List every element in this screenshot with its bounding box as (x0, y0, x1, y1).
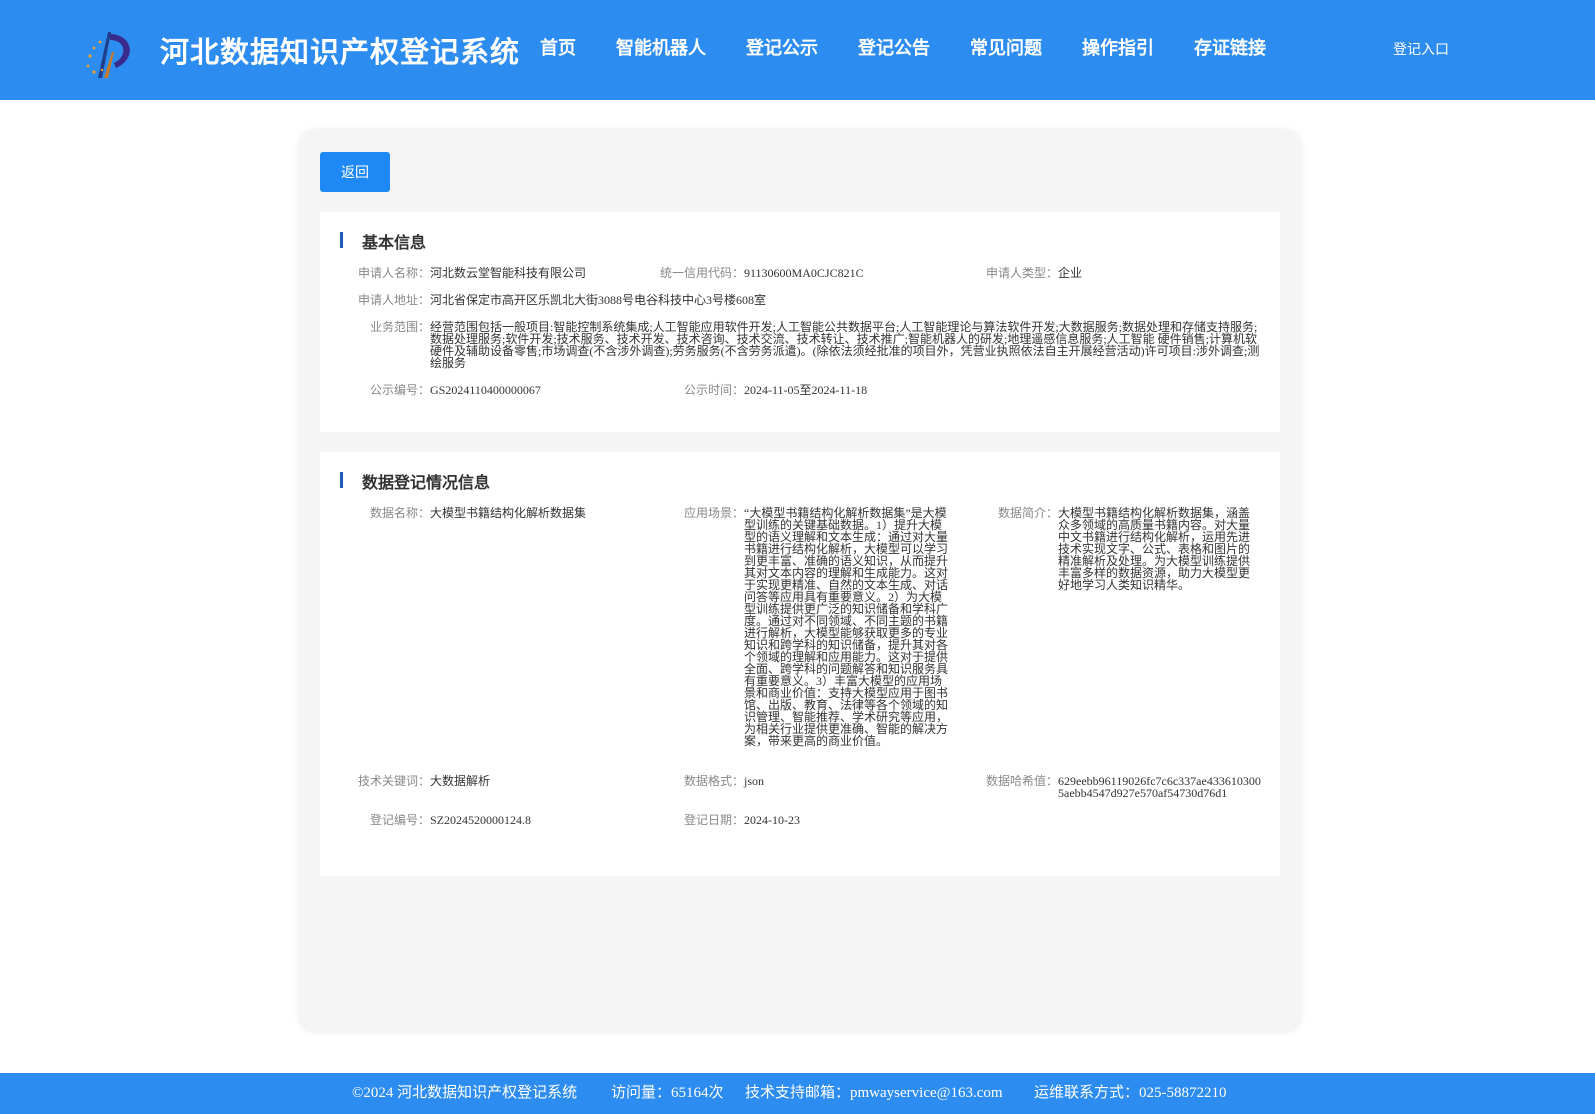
pub-time-label: 公示时间： (683, 383, 744, 397)
nav-home[interactable]: 首页 (540, 34, 576, 60)
scenario-value: “大模型书籍结构化解析数据集”是大模型训练的关键基础数据。1）提升大模型的语义理… (744, 506, 949, 748)
scenario-label: 应用场景： (683, 506, 744, 520)
footer-phone: 运维联系方式：025-58872210 (1034, 1085, 1227, 1101)
footer-email: 技术支持邮箱：pmwayservice@163.com (745, 1085, 1003, 1101)
credit-code-value: 91130600MA0CJC821C (744, 266, 864, 280)
nav-announcement[interactable]: 登记公告 (858, 34, 930, 60)
format-value: json (744, 774, 765, 788)
hash-label: 数据哈希值： (985, 774, 1058, 788)
basic-info-title: 基本信息 (362, 233, 427, 252)
section-accent-bar (340, 232, 343, 248)
nav-publicity[interactable]: 登记公示 (746, 34, 818, 60)
reg-date-label: 登记日期： (683, 813, 744, 827)
address-label: 申请人地址： (357, 293, 430, 307)
main-nav: 首页 智能机器人 登记公示 登记公告 常见问题 操作指引 存证链接 (540, 34, 1306, 60)
data-registration-title: 数据登记情况信息 (362, 473, 491, 492)
site-title: 河北数据知识产权登记系统 (160, 35, 521, 69)
publicity-row: 公示编号： GS2024110400000067 公示时间： 2024-11-0… (320, 384, 1280, 398)
detail-card: 返回 基本信息 申请人名称： 河北数云堂智能科技有限公司 统一信用代码： 911… (300, 131, 1300, 1031)
hash-value: 629eebb96119026fc7c6c337ae4336103005aebb… (1058, 774, 1261, 800)
footer-visits: 访问量：65164次 (611, 1085, 724, 1101)
top-header: 河北数据知识产权登记系统 首页 智能机器人 登记公示 登记公告 常见问题 操作指… (0, 0, 1595, 100)
credit-code-label: 统一信用代码： (659, 266, 744, 280)
data-name-label: 数据名称： (369, 506, 430, 520)
login-link[interactable]: 登记入口 (1393, 39, 1449, 59)
keyword-label: 技术关键词： (357, 774, 430, 788)
applicant-name-label: 申请人名称： (357, 266, 430, 280)
reg-no-label: 登记编号： (369, 813, 430, 827)
page-footer: ©2024 河北数据知识产权登记系统 访问量：65164次 技术支持邮箱：pmw… (0, 1073, 1595, 1114)
nav-faq[interactable]: 常见问题 (970, 34, 1042, 60)
data-name-value: 大模型书籍结构化解析数据集 (430, 506, 587, 520)
nav-robot[interactable]: 智能机器人 (616, 34, 706, 60)
back-button[interactable]: 返回 (320, 152, 390, 192)
applicant-name-value: 河北数云堂智能科技有限公司 (430, 266, 587, 280)
data-registration-panel: 数据登记情况信息 数据名称： 大模型书籍结构化解析数据集 应用场景： “大模型书… (320, 452, 1280, 876)
registration-row: 登记编号： SZ2024520000124.8 登记日期： 2024-10-23 (320, 814, 1280, 828)
pub-no-label: 公示编号： (369, 383, 430, 397)
format-label: 数据格式： (683, 774, 744, 788)
keyword-value: 大数据解析 (430, 774, 491, 788)
nav-evidence-link[interactable]: 存证链接 (1194, 34, 1266, 60)
applicant-type-label: 申请人类型： (985, 266, 1058, 280)
scope-label: 业务范围： (369, 320, 430, 334)
applicant-row: 申请人名称： 河北数云堂智能科技有限公司 统一信用代码： 91130600MA0… (320, 267, 1280, 281)
reg-date-value: 2024-10-23 (744, 813, 800, 827)
scope-row: 业务范围： 经营范围包括一般项目:智能控制系统集成;人工智能应用软件开发;人工智… (320, 320, 1280, 370)
applicant-type-value: 企业 (1058, 266, 1083, 280)
site-logo-icon (86, 32, 130, 78)
reg-no-value: SZ2024520000124.8 (430, 813, 532, 827)
scope-value: 经营范围包括一般项目:智能控制系统集成;人工智能应用软件开发;人工智能公共数据平… (430, 320, 1260, 370)
address-row: 申请人地址： 河北省保定市高开区乐凯北大街3088号电谷科技中心3号楼608室 (320, 294, 1280, 308)
pub-no-value: GS2024110400000067 (430, 383, 541, 397)
footer-copyright: ©2024 河北数据知识产权登记系统 (352, 1085, 578, 1101)
intro-label: 数据简介： (997, 506, 1058, 520)
pub-time-value: 2024-11-05至2024-11-18 (744, 383, 868, 397)
address-value: 河北省保定市高开区乐凯北大街3088号电谷科技中心3号楼608室 (430, 293, 767, 307)
intro-value: 大模型书籍结构化解析数据集，涵盖众多领域的高质量书籍内容。对大量中文书籍进行结构… (1058, 506, 1251, 592)
section-accent-bar (340, 472, 343, 488)
data-desc-row: 数据名称： 大模型书籍结构化解析数据集 应用场景： “大模型书籍结构化解析数据集… (320, 507, 1280, 757)
keyword-row: 技术关键词： 大数据解析 数据格式： json 数据哈希值： 629eebb96… (320, 775, 1280, 801)
nav-guide[interactable]: 操作指引 (1082, 34, 1154, 60)
basic-info-panel: 基本信息 申请人名称： 河北数云堂智能科技有限公司 统一信用代码： 911306… (320, 212, 1280, 432)
